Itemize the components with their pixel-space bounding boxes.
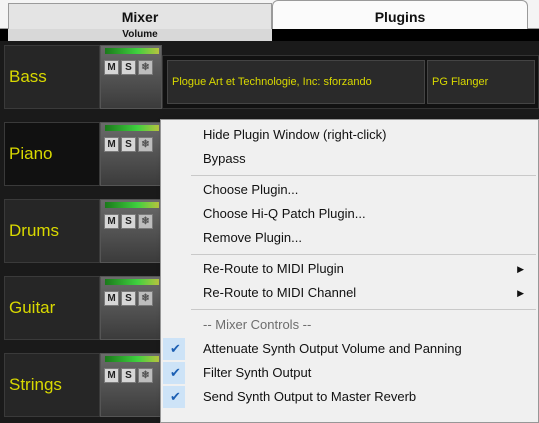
menu-section-mixer-controls: -- Mixer Controls -- bbox=[203, 317, 312, 332]
menu-item-send-synth-to-master-reverb[interactable]: Send Synth Output to Master Reverb bbox=[161, 386, 538, 408]
menu-separator bbox=[191, 309, 536, 310]
plugin-slot-1[interactable]: Plogue Art et Technologie, Inc: sforzand… bbox=[167, 60, 425, 104]
level-meter bbox=[105, 356, 159, 362]
solo-button[interactable]: S bbox=[121, 214, 136, 229]
track-name-bass[interactable]: Bass bbox=[4, 45, 100, 109]
menu-separator bbox=[191, 175, 536, 176]
menu-item-filter-synth-output[interactable]: Filter Synth Output bbox=[161, 362, 538, 384]
fx-snowflake-icon[interactable]: ❄ bbox=[138, 291, 153, 306]
submenu-arrow-icon: ▶ bbox=[517, 288, 524, 298]
tab-bar: Mixer Plugins bbox=[0, 0, 539, 29]
track-name-guitar[interactable]: Guitar bbox=[4, 276, 100, 340]
volume-column-header: Volume bbox=[8, 29, 272, 41]
mute-button[interactable]: M bbox=[104, 137, 119, 152]
level-meter bbox=[105, 202, 159, 208]
track-name-strings[interactable]: Strings bbox=[4, 353, 100, 417]
menu-separator bbox=[191, 254, 536, 255]
menu-item-attenuate-synth-output[interactable]: Attenuate Synth Output Volume and Pannin… bbox=[161, 338, 538, 360]
menu-item-label: Re-Route to MIDI Channel bbox=[203, 285, 357, 300]
plugin-slot-2[interactable]: PG Flanger bbox=[427, 60, 535, 104]
plugin-context-menu: Hide Plugin Window (right-click) Bypass … bbox=[160, 119, 539, 423]
channel-strip: M S ❄ bbox=[100, 199, 162, 263]
menu-item-hide-plugin-window[interactable]: Hide Plugin Window (right-click) bbox=[161, 124, 538, 146]
channel-strip: M S ❄ bbox=[100, 353, 162, 417]
solo-button[interactable]: S bbox=[121, 60, 136, 75]
menu-item-bypass[interactable]: Bypass bbox=[161, 148, 538, 170]
plugin-slots: Plogue Art et Technologie, Inc: sforzand… bbox=[162, 55, 539, 109]
level-meter bbox=[105, 48, 159, 54]
menu-item-reroute-midi-channel[interactable]: Re-Route to MIDI Channel ▶ bbox=[161, 282, 538, 304]
submenu-arrow-icon: ▶ bbox=[517, 264, 524, 274]
track-name-drums[interactable]: Drums bbox=[4, 199, 100, 263]
menu-item-remove-plugin[interactable]: Remove Plugin... bbox=[161, 227, 538, 249]
menu-item-choose-plugin[interactable]: Choose Plugin... bbox=[161, 179, 538, 201]
channel-strip: M S ❄ bbox=[100, 45, 162, 109]
menu-item-label: Re-Route to MIDI Plugin bbox=[203, 261, 344, 276]
menu-item-choose-hiq-patch-plugin[interactable]: Choose Hi-Q Patch Plugin... bbox=[161, 203, 538, 225]
track-row-bass: Bass M S ❄ Plogue Art et Technologie, In… bbox=[0, 41, 539, 118]
solo-button[interactable]: S bbox=[121, 368, 136, 383]
mute-button[interactable]: M bbox=[104, 60, 119, 75]
mute-button[interactable]: M bbox=[104, 291, 119, 306]
channel-strip: M S ❄ bbox=[100, 122, 162, 186]
mute-button[interactable]: M bbox=[104, 368, 119, 383]
solo-button[interactable]: S bbox=[121, 137, 136, 152]
channel-strip: M S ❄ bbox=[100, 276, 162, 340]
fx-snowflake-icon[interactable]: ❄ bbox=[138, 60, 153, 75]
track-name-piano[interactable]: Piano bbox=[4, 122, 100, 186]
solo-button[interactable]: S bbox=[121, 291, 136, 306]
level-meter bbox=[105, 125, 159, 131]
mute-button[interactable]: M bbox=[104, 214, 119, 229]
tab-mixer[interactable]: Mixer bbox=[8, 3, 272, 29]
menu-item-reroute-midi-plugin[interactable]: Re-Route to MIDI Plugin ▶ bbox=[161, 258, 538, 280]
fx-snowflake-icon[interactable]: ❄ bbox=[138, 214, 153, 229]
fx-snowflake-icon[interactable]: ❄ bbox=[138, 368, 153, 383]
tab-plugins[interactable]: Plugins bbox=[272, 0, 528, 29]
level-meter bbox=[105, 279, 159, 285]
fx-snowflake-icon[interactable]: ❄ bbox=[138, 137, 153, 152]
